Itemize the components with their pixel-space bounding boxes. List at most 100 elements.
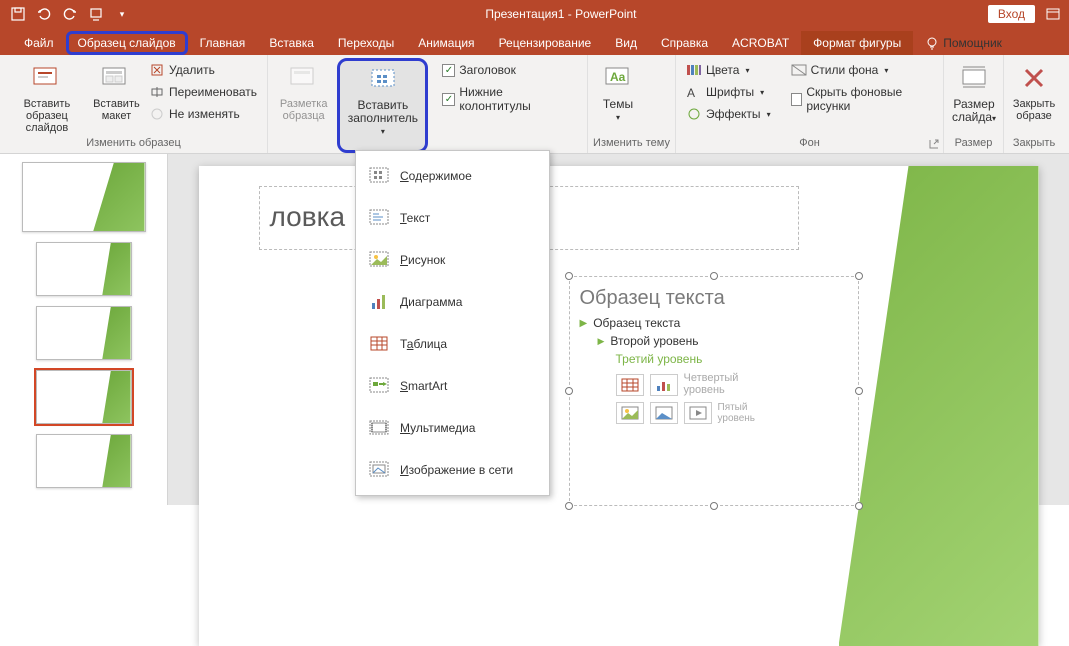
ditem-media-label: Мультимедиа xyxy=(400,421,475,435)
title-text: ловка xyxy=(270,201,346,232)
group-label-edit-theme: Изменить тему xyxy=(588,135,675,151)
fonts-button[interactable]: AШрифты▾ xyxy=(682,82,775,102)
ditem-picture[interactable]: Рисунок xyxy=(356,239,549,281)
slide: ловка Образец текста Образец текста Втор… xyxy=(199,166,1039,646)
tell-me-label: Помощник xyxy=(943,36,1002,50)
rename-icon xyxy=(149,84,165,100)
ditem-table-label: Таблица xyxy=(400,337,447,351)
body-l2: Второй уровень xyxy=(610,334,698,348)
hide-background-checkbox[interactable]: Скрыть фоновые рисунки xyxy=(787,82,937,116)
title-bar: ▾ Презентация1 - PowerPoint Вход xyxy=(0,0,1069,28)
tab-insert[interactable]: Вставка xyxy=(257,31,326,55)
quick-access-toolbar: ▾ xyxy=(6,3,134,25)
insert-chart-icon[interactable] xyxy=(650,374,678,396)
insert-placeholder-button[interactable]: Вставить заполнитель ▾ xyxy=(337,58,428,153)
tab-transitions[interactable]: Переходы xyxy=(326,31,406,55)
delete-button[interactable]: Удалить xyxy=(145,60,261,80)
thumb-layout-4[interactable] xyxy=(36,434,132,488)
group-master-layout: Разметка образца Вставить заполнитель ▾ … xyxy=(268,55,588,153)
placeholder-icon xyxy=(367,63,399,95)
lightbulb-icon xyxy=(925,36,939,50)
tab-slide-master[interactable]: Образец слайдов xyxy=(66,31,188,55)
slide-decoration xyxy=(839,166,1039,646)
tab-help[interactable]: Справка xyxy=(649,31,720,55)
redo-icon[interactable] xyxy=(58,3,82,25)
preserve-button: Не изменять xyxy=(145,104,261,124)
effects-button[interactable]: Эффекты▾ xyxy=(682,104,775,124)
ditem-online-image[interactable]: Изображение в сети xyxy=(356,449,549,491)
thumb-layout-2[interactable] xyxy=(36,306,132,360)
insert-table-icon[interactable] xyxy=(616,374,644,396)
undo-icon[interactable] xyxy=(32,3,56,25)
background-styles-button[interactable]: Стили фона▾ xyxy=(787,60,937,80)
tab-acrobat[interactable]: ACROBAT xyxy=(720,31,801,55)
thumb-master[interactable] xyxy=(22,162,146,232)
close-icon xyxy=(1018,62,1050,94)
media-icon xyxy=(368,417,390,439)
tab-file[interactable]: Файл xyxy=(12,31,66,55)
qat-customize-icon[interactable]: ▾ xyxy=(110,3,134,25)
ditem-text[interactable]: Текст xyxy=(356,197,549,239)
preserve-icon xyxy=(149,106,165,122)
start-from-beginning-icon[interactable] xyxy=(84,3,108,25)
group-edit-theme: Aa Темы▾ Изменить тему xyxy=(588,55,676,153)
body-header: Образец текста xyxy=(580,287,848,310)
ditem-chart-label: Диаграмма xyxy=(400,295,462,309)
insert-video-icon[interactable] xyxy=(684,402,712,424)
ditem-text-label: Текст xyxy=(400,211,430,225)
insert-picture-icon[interactable] xyxy=(616,402,644,424)
ditem-table[interactable]: Таблица xyxy=(356,323,549,365)
group-background: Цвета▾ AШрифты▾ Эффекты▾ Стили фона▾ Скр… xyxy=(676,55,944,153)
master-layout-button: Разметка образца xyxy=(274,58,333,153)
footers-checkbox[interactable]: Нижние колонтитулы xyxy=(438,82,581,116)
master-layout-icon xyxy=(288,62,320,94)
thumbnail-pane[interactable] xyxy=(0,154,168,505)
layout-icon xyxy=(100,62,132,94)
group-label-close: Закрыть xyxy=(1004,135,1064,151)
ditem-smartart-label: SmartArt xyxy=(400,379,447,393)
online-image-icon xyxy=(368,459,390,481)
ribbon-tabs: Файл Образец слайдов Главная Вставка Пер… xyxy=(0,28,1069,55)
ditem-smartart[interactable]: SmartArt xyxy=(356,365,549,407)
tab-tell-me[interactable]: Помощник xyxy=(913,31,1014,55)
ditem-content[interactable]: ССодержимоеодержимое xyxy=(356,155,549,197)
body-l4: Четвертый уровень xyxy=(684,372,746,396)
rename-button[interactable]: Переименовать xyxy=(145,82,261,102)
tab-home[interactable]: Главная xyxy=(188,31,258,55)
insert-online-picture-icon[interactable] xyxy=(650,402,678,424)
content-icon xyxy=(368,165,390,187)
smartart-icon xyxy=(368,375,390,397)
tab-review[interactable]: Рецензирование xyxy=(487,31,604,55)
checkbox-checked-icon xyxy=(442,93,455,106)
colors-button[interactable]: Цвета▾ xyxy=(682,60,775,80)
tab-format-shape[interactable]: Формат фигуры xyxy=(801,31,913,55)
slide-master-icon xyxy=(31,62,63,94)
ditem-online-image-label: Изображение в сети xyxy=(400,463,513,477)
ditem-picture-label: Рисунок xyxy=(400,253,445,267)
background-launcher-icon[interactable] xyxy=(927,137,941,151)
save-icon[interactable] xyxy=(6,3,30,25)
signin-button[interactable]: Вход xyxy=(988,5,1035,23)
fonts-icon: A xyxy=(686,84,702,100)
slide-canvas[interactable]: ловка Образец текста Образец текста Втор… xyxy=(168,154,1069,505)
tab-animation[interactable]: Анимация xyxy=(406,31,486,55)
body-l5: Пятый уровень xyxy=(718,402,756,424)
bg-styles-icon xyxy=(791,62,807,78)
delete-icon xyxy=(149,62,165,78)
ditem-chart[interactable]: Диаграмма xyxy=(356,281,549,323)
svg-text:A: A xyxy=(687,86,695,99)
ditem-media[interactable]: Мультимедиа xyxy=(356,407,549,449)
content-placeholder[interactable]: Образец текста Образец текста Второй уро… xyxy=(569,276,859,506)
ribbon: Вставить образец слайдов Вставить макет … xyxy=(0,55,1069,154)
group-close: Закрыть образе Закрыть xyxy=(1004,55,1064,153)
body-l1: Образец текста xyxy=(593,316,680,330)
slide-size-icon xyxy=(958,62,990,94)
ribbon-display-options-icon[interactable] xyxy=(1043,4,1063,24)
text-icon xyxy=(368,207,390,229)
thumb-layout-3[interactable] xyxy=(36,370,132,424)
title-checkbox[interactable]: Заголовок xyxy=(438,60,581,80)
thumb-layout-1[interactable] xyxy=(36,242,132,296)
body-l3: Третий уровень xyxy=(580,352,848,366)
tab-view[interactable]: Вид xyxy=(603,31,649,55)
content-icon-grid: Четвертый уровень Пятый уровень xyxy=(580,374,848,424)
